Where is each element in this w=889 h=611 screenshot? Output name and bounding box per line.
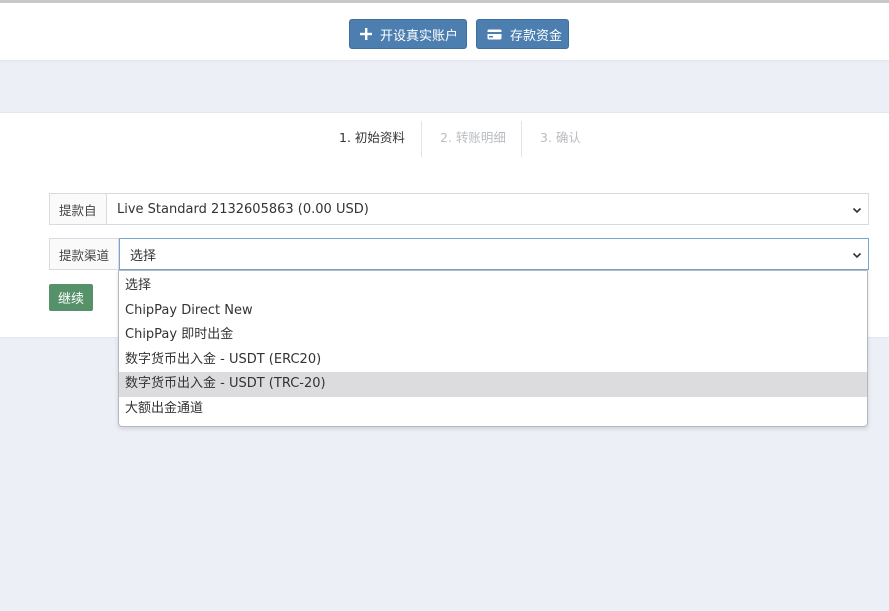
chevron-down-icon xyxy=(852,204,862,214)
withdraw-channel-label: 提款渠道 xyxy=(49,238,119,270)
open-live-account-button[interactable]: 开设真实账户 xyxy=(349,19,467,49)
step-initial-info: 1. 初始资料 xyxy=(339,130,405,145)
chevron-down-icon xyxy=(852,249,862,259)
deposit-funds-label: 存款资金 xyxy=(510,28,563,44)
continue-button[interactable]: 继续 xyxy=(49,284,93,311)
step-confirm: 3. 确认 xyxy=(540,130,581,145)
credit-card-icon xyxy=(487,29,502,40)
wizard-steps: 1. 初始资料 2. 转账明细 3. 确认 xyxy=(0,121,889,157)
open-live-account-label: 开设真实账户 xyxy=(380,28,459,44)
channel-option[interactable]: 选择 xyxy=(119,274,867,299)
step-transfer-details: 2. 转账明细 xyxy=(440,130,506,145)
deposit-funds-button[interactable]: 存款资金 xyxy=(476,19,569,49)
channel-option[interactable]: ChipPay 即时出金 xyxy=(119,323,867,348)
top-bar: 开设真实账户 存款资金 xyxy=(0,0,889,60)
channel-option[interactable]: 数字货币出入金 - USDT (ERC20) xyxy=(119,348,867,373)
channel-option-highlighted[interactable]: 数字货币出入金 - USDT (TRC-20) xyxy=(119,372,867,397)
withdraw-channel-value: 选择 xyxy=(130,248,157,264)
step-divider xyxy=(421,121,422,157)
withdraw-from-label: 提款自 xyxy=(49,193,107,225)
withdraw-channel-dropdown: 选择 ChipPay Direct New ChipPay 即时出金 数字货币出… xyxy=(118,270,868,427)
withdraw-from-row: 提款自 Live Standard 2132605863 (0.00 USD) xyxy=(49,193,869,225)
withdraw-from-value: Live Standard 2132605863 (0.00 USD) xyxy=(117,201,369,217)
withdraw-from-select[interactable]: Live Standard 2132605863 (0.00 USD) xyxy=(107,193,869,225)
channel-option[interactable]: 大额出金通道 xyxy=(119,397,867,422)
step-divider xyxy=(521,121,522,157)
withdraw-channel-row: 提款渠道 选择 xyxy=(49,238,869,270)
withdraw-channel-select[interactable]: 选择 xyxy=(119,238,869,270)
channel-option[interactable]: ChipPay Direct New xyxy=(119,299,867,324)
plus-icon xyxy=(360,28,372,40)
